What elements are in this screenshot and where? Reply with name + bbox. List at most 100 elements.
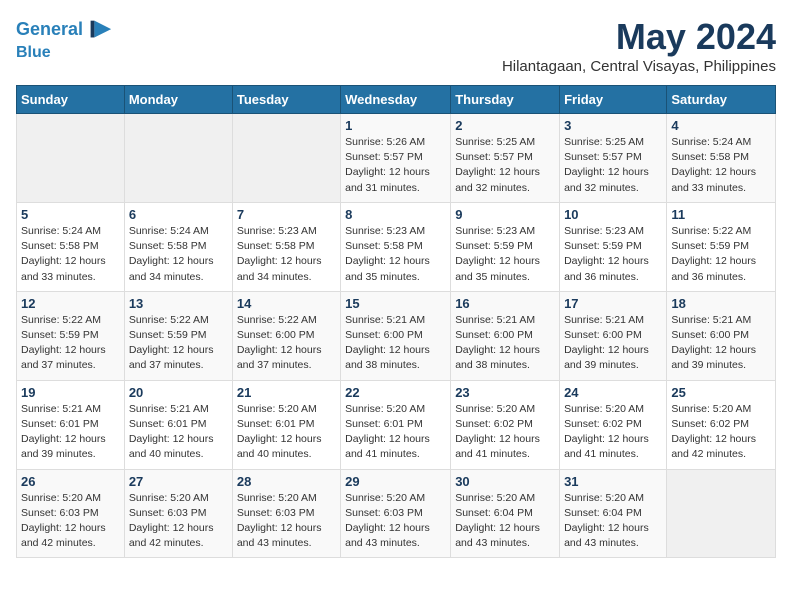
week-row-5: 26 Sunrise: 5:20 AM Sunset: 6:03 PM Dayli… xyxy=(17,469,776,558)
location: Hilantagaan, Central Visayas, Philippine… xyxy=(502,58,776,75)
col-header-saturday: Saturday xyxy=(667,86,776,114)
title-area: May 2024 Hilantagaan, Central Visayas, P… xyxy=(502,16,776,75)
calendar-cell xyxy=(667,469,776,558)
week-row-3: 12Sunrise: 5:22 AM Sunset: 5:59 PM Dayli… xyxy=(17,291,776,380)
day-number: 27 xyxy=(129,474,228,489)
day-info: Sunrise: 5:23 AM Sunset: 5:58 PM Dayligh… xyxy=(237,224,336,285)
calendar-cell: 7 Sunrise: 5:23 AM Sunset: 5:58 PM Daylig… xyxy=(232,202,340,291)
calendar-cell: 5 Sunrise: 5:24 AM Sunset: 5:58 PM Daylig… xyxy=(17,202,125,291)
calendar-cell: 15 Sunrise: 5:21 AM Sunset: 6:00 PM Dayli… xyxy=(341,291,451,380)
day-info: Sunrise: 5:25 AM Sunset: 5:57 PM Dayligh… xyxy=(455,135,555,196)
day-info: Sunrise: 5:21 AM Sunset: 6:00 PM Dayligh… xyxy=(345,313,446,374)
day-number: 14 xyxy=(237,296,336,311)
day-number: 29 xyxy=(345,474,446,489)
calendar-cell: 8 Sunrise: 5:23 AM Sunset: 5:58 PM Daylig… xyxy=(341,202,451,291)
calendar-cell: 14 Sunrise: 5:22 AM Sunset: 6:00 PM Dayli… xyxy=(232,291,340,380)
day-number: 21 xyxy=(237,385,336,400)
calendar-cell: 21 Sunrise: 5:20 AM Sunset: 6:01 PM Dayli… xyxy=(232,380,340,469)
calendar-cell: 24Sunrise: 5:20 AM Sunset: 6:02 PM Dayli… xyxy=(560,380,667,469)
day-info: Sunrise: 5:23 AM Sunset: 5:58 PM Dayligh… xyxy=(345,224,446,285)
logo-text: General xyxy=(16,20,83,40)
calendar-cell: 11 Sunrise: 5:22 AM Sunset: 5:59 PM Dayli… xyxy=(667,202,776,291)
logo-blue: Blue xyxy=(16,44,113,62)
day-number: 30 xyxy=(455,474,555,489)
day-info: Sunrise: 5:23 AM Sunset: 5:59 PM Dayligh… xyxy=(455,224,555,285)
calendar-cell: 10 Sunrise: 5:23 AM Sunset: 5:59 PM Dayli… xyxy=(560,202,667,291)
day-info: Sunrise: 5:22 AM Sunset: 5:59 PM Dayligh… xyxy=(671,224,771,285)
day-info: Sunrise: 5:20 AM Sunset: 6:02 PM Dayligh… xyxy=(455,402,555,463)
week-row-1: 1Sunrise: 5:26 AM Sunset: 5:57 PM Daylig… xyxy=(17,114,776,203)
day-number: 3 xyxy=(564,118,662,133)
day-info: Sunrise: 5:21 AM Sunset: 6:01 PM Dayligh… xyxy=(129,402,228,463)
day-number: 20 xyxy=(129,385,228,400)
col-header-friday: Friday xyxy=(560,86,667,114)
day-number: 2 xyxy=(455,118,555,133)
day-number: 15 xyxy=(345,296,446,311)
day-info: Sunrise: 5:20 AM Sunset: 6:02 PM Dayligh… xyxy=(564,402,662,463)
day-number: 8 xyxy=(345,207,446,222)
col-header-monday: Monday xyxy=(124,86,232,114)
day-info: Sunrise: 5:20 AM Sunset: 6:01 PM Dayligh… xyxy=(237,402,336,463)
calendar-cell: 28Sunrise: 5:20 AM Sunset: 6:03 PM Dayli… xyxy=(232,469,340,558)
calendar-cell: 19Sunrise: 5:21 AM Sunset: 6:01 PM Dayli… xyxy=(17,380,125,469)
day-info: Sunrise: 5:24 AM Sunset: 5:58 PM Dayligh… xyxy=(129,224,228,285)
day-number: 23 xyxy=(455,385,555,400)
day-info: Sunrise: 5:20 AM Sunset: 6:03 PM Dayligh… xyxy=(345,491,446,552)
day-number: 18 xyxy=(671,296,771,311)
day-number: 4 xyxy=(671,118,771,133)
calendar-cell: 20 Sunrise: 5:21 AM Sunset: 6:01 PM Dayli… xyxy=(124,380,232,469)
calendar-cell: 2 Sunrise: 5:25 AM Sunset: 5:57 PM Daylig… xyxy=(451,114,560,203)
day-info: Sunrise: 5:25 AM Sunset: 5:57 PM Dayligh… xyxy=(564,135,662,196)
calendar-cell: 1Sunrise: 5:26 AM Sunset: 5:57 PM Daylig… xyxy=(341,114,451,203)
day-info: Sunrise: 5:21 AM Sunset: 6:01 PM Dayligh… xyxy=(21,402,120,463)
day-info: Sunrise: 5:22 AM Sunset: 6:00 PM Dayligh… xyxy=(237,313,336,374)
day-info: Sunrise: 5:23 AM Sunset: 5:59 PM Dayligh… xyxy=(564,224,662,285)
day-number: 16 xyxy=(455,296,555,311)
col-header-tuesday: Tuesday xyxy=(232,86,340,114)
day-number: 22 xyxy=(345,385,446,400)
calendar-cell: 6 Sunrise: 5:24 AM Sunset: 5:58 PM Daylig… xyxy=(124,202,232,291)
day-number: 10 xyxy=(564,207,662,222)
day-info: Sunrise: 5:22 AM Sunset: 5:59 PM Dayligh… xyxy=(21,313,120,374)
day-info: Sunrise: 5:20 AM Sunset: 6:04 PM Dayligh… xyxy=(455,491,555,552)
calendar-cell xyxy=(124,114,232,203)
calendar-cell: 13Sunrise: 5:22 AM Sunset: 5:59 PM Dayli… xyxy=(124,291,232,380)
day-number: 6 xyxy=(129,207,228,222)
calendar-cell: 18 Sunrise: 5:21 AM Sunset: 6:00 PM Dayli… xyxy=(667,291,776,380)
calendar-cell: 9Sunrise: 5:23 AM Sunset: 5:59 PM Daylig… xyxy=(451,202,560,291)
calendar-cell: 30 Sunrise: 5:20 AM Sunset: 6:04 PM Dayli… xyxy=(451,469,560,558)
header-row: SundayMondayTuesdayWednesdayThursdayFrid… xyxy=(17,86,776,114)
day-number: 11 xyxy=(671,207,771,222)
day-info: Sunrise: 5:20 AM Sunset: 6:03 PM Dayligh… xyxy=(129,491,228,552)
calendar-cell: 26 Sunrise: 5:20 AM Sunset: 6:03 PM Dayli… xyxy=(17,469,125,558)
day-info: Sunrise: 5:21 AM Sunset: 6:00 PM Dayligh… xyxy=(564,313,662,374)
logo: General Blue xyxy=(16,16,113,62)
day-info: Sunrise: 5:24 AM Sunset: 5:58 PM Dayligh… xyxy=(21,224,120,285)
calendar-cell: 27 Sunrise: 5:20 AM Sunset: 6:03 PM Dayli… xyxy=(124,469,232,558)
calendar-cell: 16Sunrise: 5:21 AM Sunset: 6:00 PM Dayli… xyxy=(451,291,560,380)
day-number: 13 xyxy=(129,296,228,311)
day-info: Sunrise: 5:26 AM Sunset: 5:57 PM Dayligh… xyxy=(345,135,446,196)
day-number: 31 xyxy=(564,474,662,489)
week-row-4: 19Sunrise: 5:21 AM Sunset: 6:01 PM Dayli… xyxy=(17,380,776,469)
calendar-cell: 25Sunrise: 5:20 AM Sunset: 6:02 PM Dayli… xyxy=(667,380,776,469)
day-number: 7 xyxy=(237,207,336,222)
calendar-cell: 4Sunrise: 5:24 AM Sunset: 5:58 PM Daylig… xyxy=(667,114,776,203)
day-number: 25 xyxy=(671,385,771,400)
calendar-cell: 31 Sunrise: 5:20 AM Sunset: 6:04 PM Dayli… xyxy=(560,469,667,558)
month-year: May 2024 xyxy=(502,16,776,58)
calendar-table: SundayMondayTuesdayWednesdayThursdayFrid… xyxy=(16,85,776,558)
day-number: 28 xyxy=(237,474,336,489)
header: General Blue May 2024 Hilantagaan, Centr… xyxy=(16,16,776,75)
calendar-cell xyxy=(232,114,340,203)
day-info: Sunrise: 5:20 AM Sunset: 6:01 PM Dayligh… xyxy=(345,402,446,463)
calendar-cell xyxy=(17,114,125,203)
day-info: Sunrise: 5:20 AM Sunset: 6:03 PM Dayligh… xyxy=(21,491,120,552)
calendar-cell: 17Sunrise: 5:21 AM Sunset: 6:00 PM Dayli… xyxy=(560,291,667,380)
day-info: Sunrise: 5:20 AM Sunset: 6:04 PM Dayligh… xyxy=(564,491,662,552)
day-number: 5 xyxy=(21,207,120,222)
day-number: 26 xyxy=(21,474,120,489)
col-header-sunday: Sunday xyxy=(17,86,125,114)
week-row-2: 5 Sunrise: 5:24 AM Sunset: 5:58 PM Daylig… xyxy=(17,202,776,291)
day-info: Sunrise: 5:21 AM Sunset: 6:00 PM Dayligh… xyxy=(671,313,771,374)
